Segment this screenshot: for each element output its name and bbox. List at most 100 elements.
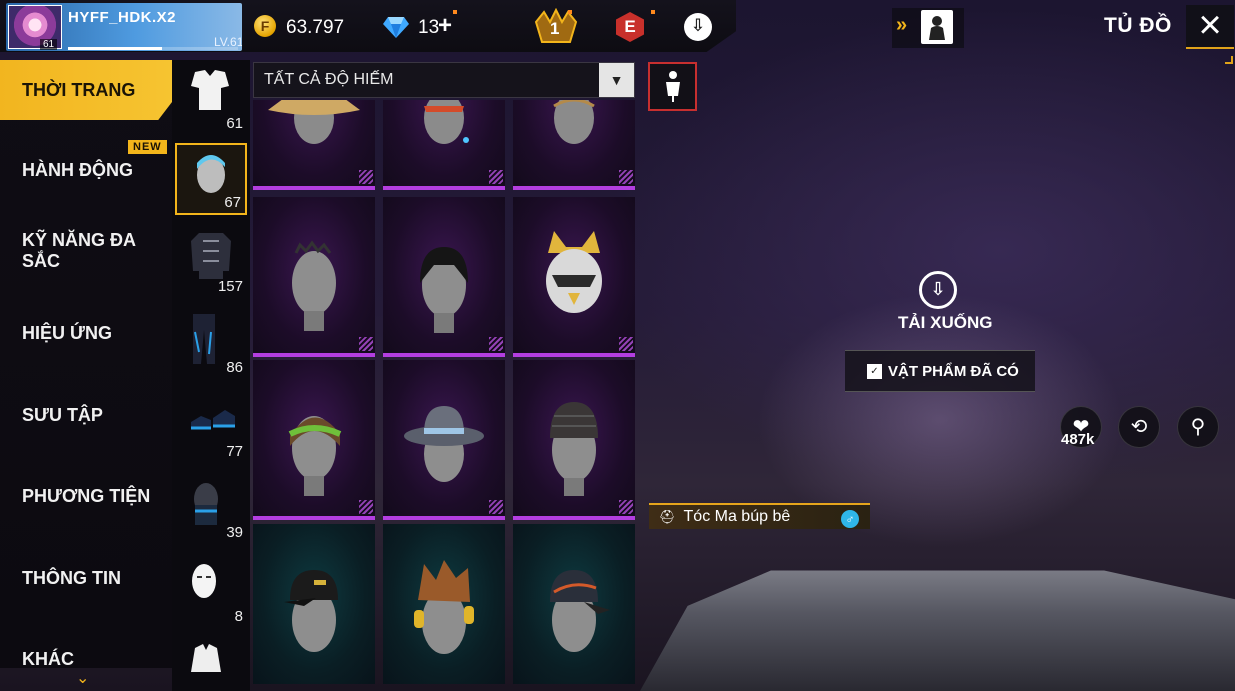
head-icon xyxy=(197,155,225,193)
item-card-black-bob-hair[interactable] xyxy=(383,197,505,357)
bandana-head-icon xyxy=(424,100,469,144)
dark-cap-icon xyxy=(550,570,610,652)
black-bob-hair-icon xyxy=(420,247,468,333)
slot-count: 157 xyxy=(217,278,243,295)
like-count: 487k xyxy=(1061,431,1095,448)
category-info[interactable]: THÔNG TIN xyxy=(0,548,172,608)
outfit-icon xyxy=(191,70,229,110)
mannequin-button[interactable] xyxy=(648,62,697,111)
rarity-bar xyxy=(513,186,635,190)
rarity-bar xyxy=(513,516,635,520)
rarity-stripe xyxy=(619,500,633,514)
knit-beanie-icon xyxy=(550,402,598,496)
slot-jacket[interactable] xyxy=(175,636,247,691)
conical-hat-icon xyxy=(268,100,360,144)
rarity-stripe xyxy=(359,337,373,351)
notification-dot xyxy=(568,10,572,14)
rotate-device-icon: ⟲ xyxy=(1130,416,1148,438)
slot-count: 86 xyxy=(226,359,243,376)
cat-helmet-icon xyxy=(546,231,602,313)
item-card-black-cap[interactable] xyxy=(253,524,375,684)
rarity-bar xyxy=(253,516,375,520)
category-multicolor-skills[interactable]: KỸ NĂNG ĐA SẮC xyxy=(0,220,140,282)
rarity-stripe xyxy=(359,500,373,514)
double-chevron-icon[interactable]: » xyxy=(896,14,907,37)
avatar-level: 61 xyxy=(40,39,58,50)
character-stage xyxy=(640,570,1235,691)
rarity-stripe xyxy=(359,170,373,184)
chevron-down-icon[interactable]: ⌄ xyxy=(76,668,89,688)
dreadlock-headband-icon xyxy=(288,416,342,496)
diamond-amount: 13 xyxy=(418,17,440,38)
slot-count: 77 xyxy=(226,443,243,460)
download-label[interactable]: TẢI XUỐNG xyxy=(898,313,992,333)
person-eye-icon: ⚲ xyxy=(1190,416,1206,438)
page-title: TỦ ĐỒ xyxy=(1104,14,1172,37)
player-card[interactable]: 61 HYFF_HDK.X2 LV.61 xyxy=(6,3,242,51)
category-vehicles[interactable]: PHƯƠNG TIỆN xyxy=(0,466,172,526)
slot-count: 67 xyxy=(224,194,241,211)
new-badge: NEW xyxy=(128,140,167,154)
box-icon: ✓ xyxy=(867,363,882,379)
rarity-filter-dropdown[interactable]: TẤT CẢ ĐỘ HIẾM ▼ xyxy=(253,62,635,98)
top-icon xyxy=(191,233,231,279)
plain-head-icon xyxy=(553,100,595,144)
category-fashion[interactable]: THỜI TRANG xyxy=(0,60,172,120)
grey-fedora-icon xyxy=(404,406,484,482)
rarity-stripe xyxy=(489,500,503,514)
rotate-button[interactable]: ⟲ xyxy=(1118,406,1160,448)
slot-shoes[interactable]: 77 xyxy=(175,390,247,462)
equipped-item-name: Tóc Ma búp bê xyxy=(683,508,791,525)
rarity-bar xyxy=(383,353,505,357)
item-card-dreadlock-headband[interactable] xyxy=(253,360,375,520)
filter-label: TẤT CẢ ĐỘ HIẾM xyxy=(264,71,394,88)
slot-mask[interactable]: 39 xyxy=(175,471,247,543)
rarity-stripe xyxy=(619,337,633,351)
slot-face[interactable]: 8 xyxy=(175,555,247,627)
category-effects[interactable]: HIỆU ỨNG xyxy=(0,303,172,363)
notification-dot xyxy=(651,10,655,14)
view-character-button[interactable]: ⚲ xyxy=(1177,406,1219,448)
rarity-bar xyxy=(253,353,375,357)
rarity-stripe xyxy=(619,170,633,184)
hat-icon: ⛑ xyxy=(659,509,676,524)
corner-accent xyxy=(1225,56,1233,64)
item-card-bandana-head[interactable] xyxy=(383,100,505,190)
slot-head[interactable]: 67 xyxy=(175,143,247,215)
item-card-dark-cap[interactable] xyxy=(513,524,635,684)
item-card-headphones-hair[interactable] xyxy=(383,524,505,684)
item-card-plain-head[interactable] xyxy=(513,100,635,190)
item-card-cat-helmet[interactable] xyxy=(513,197,635,357)
notification-dot xyxy=(453,10,457,14)
item-card-knit-beanie[interactable] xyxy=(513,360,635,520)
cloud-download-icon[interactable]: ⇩ xyxy=(684,13,712,41)
character-outfit-button[interactable] xyxy=(921,10,953,44)
slot-count: 61 xyxy=(226,115,243,132)
rarity-stripe xyxy=(489,170,503,184)
gold-coin-icon: F xyxy=(254,15,276,37)
male-gender-icon: ♂ xyxy=(841,510,859,528)
owned-items-button[interactable]: ✓ VẬT PHẨM ĐÃ CÓ xyxy=(845,350,1035,392)
close-button[interactable]: × xyxy=(1186,5,1234,49)
item-card-spiky-head[interactable] xyxy=(253,197,375,357)
mannequin-icon xyxy=(666,71,680,102)
item-card-grey-fedora[interactable] xyxy=(383,360,505,520)
dropdown-arrow-icon[interactable]: ▼ xyxy=(599,63,634,97)
xp-fill xyxy=(68,47,162,50)
download-icon[interactable]: ⇩ xyxy=(919,271,957,309)
topup-button[interactable]: + xyxy=(438,12,452,40)
owned-items-label: VẬT PHẨM ĐÃ CÓ xyxy=(888,362,1019,380)
slot-outfit[interactable]: 61 xyxy=(175,62,247,134)
black-cap-icon xyxy=(284,570,338,652)
slot-count: 39 xyxy=(226,524,243,541)
equipped-item-tag: ⛑ Tóc Ma búp bê xyxy=(649,503,870,529)
character-icon xyxy=(929,16,945,40)
rarity-bar xyxy=(383,516,505,520)
mask-icon xyxy=(194,483,218,525)
gold-amount: 63.797 xyxy=(286,17,345,38)
slot-pants[interactable]: 86 xyxy=(175,306,247,378)
slot-top[interactable]: 157 xyxy=(175,225,247,297)
rarity-stripe xyxy=(489,337,503,351)
item-card-conical-hat[interactable] xyxy=(253,100,375,190)
category-collection[interactable]: SƯU TẬP xyxy=(0,385,172,445)
